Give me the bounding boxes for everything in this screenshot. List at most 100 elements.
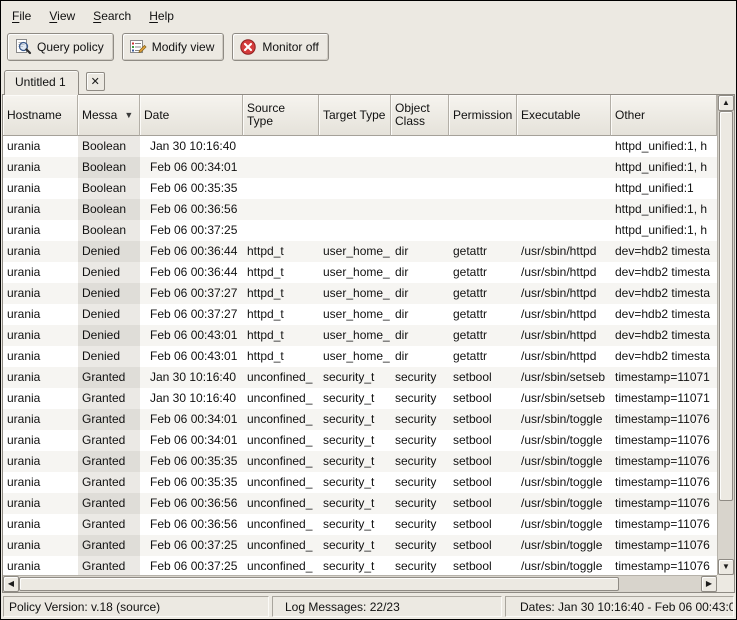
table-cell[interactable]: unconfined_ — [243, 367, 319, 388]
table-cell[interactable]: timestamp=11076 — [611, 430, 717, 451]
table-cell[interactable]: /usr/sbin/toggle — [517, 451, 611, 472]
table-cell[interactable]: Boolean — [78, 136, 140, 157]
table-row[interactable]: uraniaBooleanJan 30 10:16:40httpd_unifie… — [3, 136, 717, 157]
table-row[interactable]: uraniaBooleanFeb 06 00:34:01httpd_unifie… — [3, 157, 717, 178]
table-cell[interactable]: security — [391, 388, 449, 409]
table-cell[interactable] — [243, 136, 319, 157]
table-cell[interactable]: setbool — [449, 514, 517, 535]
table-cell[interactable]: user_home_ — [319, 262, 391, 283]
table-cell[interactable]: urania — [3, 157, 78, 178]
column-header-source-type[interactable]: Source Type — [243, 95, 319, 136]
table-cell[interactable] — [319, 157, 391, 178]
table-cell[interactable]: Denied — [78, 346, 140, 367]
table-cell[interactable]: unconfined_ — [243, 514, 319, 535]
menu-search[interactable]: Search — [84, 6, 140, 26]
table-cell[interactable]: Jan 30 10:16:40 — [140, 136, 243, 157]
table-cell[interactable]: security_t — [319, 451, 391, 472]
table-cell[interactable]: dev=hdb2 timesta — [611, 241, 717, 262]
table-cell[interactable]: Granted — [78, 388, 140, 409]
table-cell[interactable]: unconfined_ — [243, 451, 319, 472]
table-cell[interactable]: Boolean — [78, 199, 140, 220]
table-cell[interactable] — [243, 220, 319, 241]
table-row[interactable]: uraniaDeniedFeb 06 00:36:44httpd_tuser_h… — [3, 262, 717, 283]
table-cell[interactable]: urania — [3, 346, 78, 367]
vertical-scrollbar[interactable]: ▲ ▼ — [717, 95, 734, 575]
table-cell[interactable]: Jan 30 10:16:40 — [140, 367, 243, 388]
table-cell[interactable]: urania — [3, 388, 78, 409]
table-cell[interactable]: Feb 06 00:43:01 — [140, 325, 243, 346]
table-cell[interactable]: dir — [391, 304, 449, 325]
table-row[interactable]: uraniaGrantedFeb 06 00:36:56unconfined_s… — [3, 493, 717, 514]
table-cell[interactable]: Feb 06 00:34:01 — [140, 430, 243, 451]
table-cell[interactable]: urania — [3, 430, 78, 451]
table-cell[interactable]: security_t — [319, 430, 391, 451]
table-cell[interactable]: urania — [3, 472, 78, 493]
table-cell[interactable]: Granted — [78, 430, 140, 451]
table-cell[interactable]: dir — [391, 346, 449, 367]
table-cell[interactable]: security_t — [319, 472, 391, 493]
table-cell[interactable]: urania — [3, 220, 78, 241]
table-cell[interactable]: httpd_unified:1, h — [611, 157, 717, 178]
table-cell[interactable]: security_t — [319, 514, 391, 535]
table-cell[interactable]: Granted — [78, 409, 140, 430]
table-cell[interactable]: httpd_t — [243, 325, 319, 346]
table-cell[interactable]: /usr/sbin/httpd — [517, 304, 611, 325]
table-cell[interactable]: urania — [3, 367, 78, 388]
table-cell[interactable]: /usr/sbin/toggle — [517, 514, 611, 535]
table-row[interactable]: uraniaBooleanFeb 06 00:35:35httpd_unifie… — [3, 178, 717, 199]
table-cell[interactable]: setbool — [449, 388, 517, 409]
table-cell[interactable]: getattr — [449, 304, 517, 325]
table-cell[interactable]: security_t — [319, 556, 391, 575]
table-cell[interactable]: httpd_unified:1 — [611, 178, 717, 199]
table-cell[interactable]: urania — [3, 451, 78, 472]
table-cell[interactable]: setbool — [449, 535, 517, 556]
scroll-up-button[interactable]: ▲ — [718, 95, 734, 111]
table-cell[interactable]: unconfined_ — [243, 556, 319, 575]
table-cell[interactable]: security_t — [319, 409, 391, 430]
table-row[interactable]: uraniaGrantedFeb 06 00:34:01unconfined_s… — [3, 430, 717, 451]
table-cell[interactable]: /usr/sbin/toggle — [517, 472, 611, 493]
table-cell[interactable]: getattr — [449, 346, 517, 367]
table-cell[interactable]: user_home_ — [319, 325, 391, 346]
table-cell[interactable]: dev=hdb2 timesta — [611, 325, 717, 346]
table-cell[interactable]: setbool — [449, 493, 517, 514]
table-cell[interactable]: urania — [3, 178, 78, 199]
table-cell[interactable]: timestamp=11076 — [611, 535, 717, 556]
menu-view[interactable]: View — [40, 6, 84, 26]
table-cell[interactable]: setbool — [449, 472, 517, 493]
table-cell[interactable]: Granted — [78, 535, 140, 556]
table-cell[interactable]: dir — [391, 325, 449, 346]
table-cell[interactable]: Feb 06 00:37:25 — [140, 535, 243, 556]
table-cell[interactable]: Boolean — [78, 157, 140, 178]
table-cell[interactable]: urania — [3, 514, 78, 535]
table-cell[interactable]: Boolean — [78, 220, 140, 241]
table-cell[interactable]: timestamp=11071 — [611, 388, 717, 409]
horizontal-scrollbar-track[interactable] — [19, 576, 701, 592]
table-cell[interactable] — [391, 157, 449, 178]
table-cell[interactable]: Feb 06 00:37:25 — [140, 556, 243, 575]
table-row[interactable]: uraniaGrantedFeb 06 00:37:25unconfined_s… — [3, 535, 717, 556]
monitor-off-button[interactable]: Monitor off — [232, 33, 328, 61]
table-cell[interactable]: setbool — [449, 430, 517, 451]
table-cell[interactable]: Feb 06 00:43:01 — [140, 346, 243, 367]
table-row[interactable]: uraniaGrantedFeb 06 00:34:01unconfined_s… — [3, 409, 717, 430]
table-cell[interactable]: dir — [391, 283, 449, 304]
column-header-message[interactable]: Messa ▼ — [78, 95, 140, 136]
table-cell[interactable]: Feb 06 00:36:56 — [140, 493, 243, 514]
table-row[interactable]: uraniaBooleanFeb 06 00:37:25httpd_unifie… — [3, 220, 717, 241]
table-row[interactable]: uraniaGrantedFeb 06 00:37:25unconfined_s… — [3, 556, 717, 575]
table-cell[interactable]: Feb 06 00:36:56 — [140, 199, 243, 220]
modify-view-button[interactable]: Modify view — [122, 33, 225, 61]
table-cell[interactable]: Feb 06 00:37:27 — [140, 283, 243, 304]
table-row[interactable]: uraniaGrantedFeb 06 00:35:35unconfined_s… — [3, 472, 717, 493]
table-cell[interactable] — [319, 136, 391, 157]
table-cell[interactable]: unconfined_ — [243, 409, 319, 430]
table-cell[interactable] — [319, 220, 391, 241]
table-cell[interactable]: urania — [3, 409, 78, 430]
table-cell[interactable]: user_home_ — [319, 241, 391, 262]
table-cell[interactable]: Feb 06 00:36:44 — [140, 241, 243, 262]
table-cell[interactable]: security_t — [319, 493, 391, 514]
table-cell[interactable] — [391, 199, 449, 220]
table-cell[interactable]: urania — [3, 493, 78, 514]
table-cell[interactable]: unconfined_ — [243, 493, 319, 514]
